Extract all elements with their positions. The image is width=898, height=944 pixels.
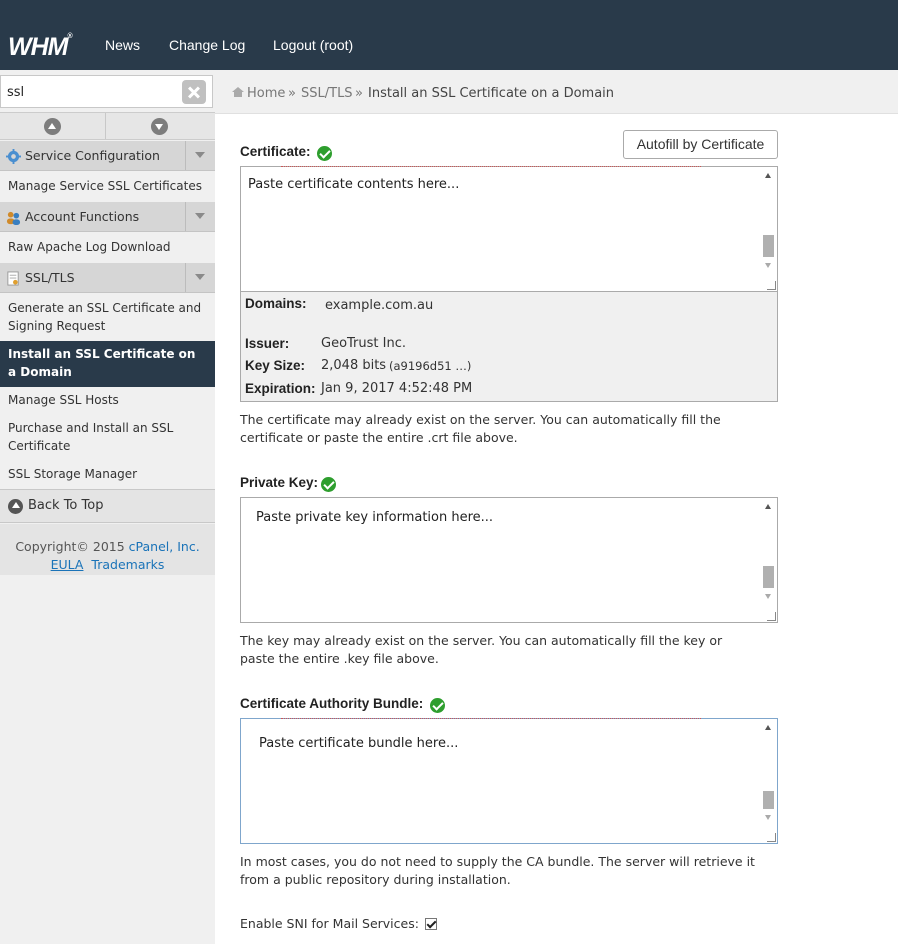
scroll-up-icon[interactable] xyxy=(765,173,771,178)
scroll-down-icon[interactable] xyxy=(765,815,771,820)
sidebar-item-raw-apache-log[interactable]: Raw Apache Log Download xyxy=(0,238,215,256)
top-bar: WHM® News Change Log Logout (root) xyxy=(0,0,898,70)
scroll-down-icon[interactable] xyxy=(765,594,771,599)
trademarks-link[interactable]: Trademarks xyxy=(91,557,164,572)
resize-grip-icon[interactable] xyxy=(767,612,776,621)
domains-value: example.com.au xyxy=(325,298,434,313)
clear-search-icon[interactable] xyxy=(182,80,206,104)
breadcrumb-separator: » xyxy=(288,86,296,101)
scrollbar[interactable] xyxy=(760,498,777,622)
category-service-configuration[interactable]: Service Configuration xyxy=(0,141,215,171)
arrow-up-circle-icon xyxy=(8,499,23,514)
cpanel-link[interactable]: cPanel, Inc. xyxy=(129,539,200,554)
check-icon xyxy=(321,477,336,492)
private-key-textarea[interactable]: Paste private key information here... xyxy=(240,497,778,623)
expiration-label: Expiration: xyxy=(245,381,316,396)
document-icon xyxy=(7,271,19,286)
category-ssl-tls[interactable]: SSL/TLS xyxy=(0,263,215,293)
home-icon xyxy=(232,87,244,97)
certificate-label: Certificate: xyxy=(240,144,311,159)
category-label: Account Functions xyxy=(25,209,140,224)
logo-mark: ® xyxy=(67,33,72,40)
check-icon xyxy=(317,146,332,161)
back-to-top-label: Back To Top xyxy=(28,498,104,513)
ca-bundle-help-text: In most cases, you do not need to supply… xyxy=(240,854,755,887)
resize-grip-icon[interactable] xyxy=(767,281,776,290)
private-key-label: Private Key: xyxy=(240,475,319,490)
key-id-value: (a9196d51 …) xyxy=(389,359,472,373)
certificate-textarea[interactable]: Paste certificate contents here... xyxy=(240,166,778,292)
users-icon xyxy=(6,211,21,225)
domains-label: Domains: xyxy=(245,296,307,311)
scrollbar[interactable] xyxy=(760,719,777,843)
scroll-thumb[interactable] xyxy=(763,791,774,809)
private-key-help-text: The key may already exist on the server.… xyxy=(240,633,723,666)
gear-icon xyxy=(6,149,21,164)
copyright-text: Copyright© 2015 xyxy=(15,539,125,554)
issuer-value: GeoTrust Inc. xyxy=(321,336,406,351)
arrow-down-icon xyxy=(151,118,168,135)
search-input[interactable] xyxy=(7,82,177,102)
divider xyxy=(105,113,106,139)
issuer-label: Issuer: xyxy=(245,336,290,351)
scroll-thumb[interactable] xyxy=(763,235,774,257)
chevron-down-icon[interactable] xyxy=(185,141,215,170)
nav-news-link[interactable]: News xyxy=(105,37,140,53)
spellcheck-underline xyxy=(281,166,701,167)
breadcrumb-separator: » xyxy=(355,86,363,101)
category-label: SSL/TLS xyxy=(25,270,75,285)
scroll-up-icon[interactable] xyxy=(765,504,771,509)
breadcrumb-current: Install an SSL Certificate on a Domain xyxy=(368,86,615,101)
nav-changelog-link[interactable]: Change Log xyxy=(169,37,245,53)
breadcrumb-ssl-tls-link[interactable]: SSL/TLS xyxy=(301,86,353,101)
expiration-value: Jan 9, 2017 4:52:48 PM xyxy=(321,381,473,396)
whm-logo[interactable]: WHM® xyxy=(8,33,73,62)
keysize-value: 2,048 bits xyxy=(321,358,387,373)
sidebar-item-manage-ssl-hosts[interactable]: Manage SSL Hosts xyxy=(0,391,215,409)
certificate-placeholder: Paste certificate contents here... xyxy=(248,177,460,192)
chevron-down-icon[interactable] xyxy=(185,263,215,292)
sidebar-item-install-ssl[interactable]: Install an SSL Certificate on a Domain xyxy=(0,341,215,387)
back-to-top-button[interactable]: Back To Top xyxy=(0,489,215,523)
nav-logout-link[interactable]: Logout (root) xyxy=(273,37,353,53)
spellcheck-underline xyxy=(281,718,701,719)
keysize-label: Key Size: xyxy=(245,358,306,373)
sort-controls xyxy=(0,112,215,140)
breadcrumb: Home » SSL/TLS » Install an SSL Certific… xyxy=(215,70,898,114)
scroll-thumb[interactable] xyxy=(763,566,774,588)
scrollbar[interactable] xyxy=(760,167,777,291)
ca-bundle-textarea[interactable]: Paste certificate bundle here... xyxy=(240,718,778,844)
logo-text: WHM xyxy=(8,33,68,61)
main-content: Autofill by Certificate Certificate: Pas… xyxy=(215,114,898,944)
search-box xyxy=(0,75,213,108)
sni-checkbox[interactable] xyxy=(425,918,437,930)
sidebar-item-purchase-install-ssl[interactable]: Purchase and Install an SSL Certificate xyxy=(0,419,215,455)
sidebar-item-manage-service-ssl[interactable]: Manage Service SSL Certificates xyxy=(0,177,215,195)
autofill-by-certificate-button[interactable]: Autofill by Certificate xyxy=(623,130,778,159)
sort-down-button[interactable] xyxy=(107,113,213,139)
sidebar-item-ssl-storage-manager[interactable]: SSL Storage Manager xyxy=(0,465,215,483)
ca-bundle-placeholder: Paste certificate bundle here... xyxy=(259,736,459,751)
sort-up-button[interactable] xyxy=(0,113,106,139)
eula-link[interactable]: EULA xyxy=(51,557,84,572)
ca-bundle-label: Certificate Authority Bundle: xyxy=(240,696,424,711)
breadcrumb-home-link[interactable]: Home xyxy=(247,86,285,101)
scroll-up-icon[interactable] xyxy=(765,725,771,730)
category-label: Service Configuration xyxy=(25,148,160,163)
sidebar-item-generate-ssl[interactable]: Generate an SSL Certificate and Signing … xyxy=(0,299,215,335)
resize-grip-icon[interactable] xyxy=(767,833,776,842)
sidebar-footer: Copyright© 2015 cPanel, Inc. EULA Tradem… xyxy=(0,524,215,575)
sidebar: Service Configuration Manage Service SSL… xyxy=(0,70,215,944)
scroll-down-icon[interactable] xyxy=(765,263,771,268)
chevron-down-icon[interactable] xyxy=(185,202,215,231)
sni-label: Enable SNI for Mail Services: xyxy=(240,916,419,931)
check-icon xyxy=(430,698,445,713)
category-account-functions[interactable]: Account Functions xyxy=(0,202,215,232)
certificate-help-text: The certificate may already exist on the… xyxy=(240,412,721,445)
certificate-info-panel: Domains: example.com.au Issuer: GeoTrust… xyxy=(240,292,778,402)
arrow-up-icon xyxy=(44,118,61,135)
private-key-placeholder: Paste private key information here... xyxy=(256,510,494,525)
